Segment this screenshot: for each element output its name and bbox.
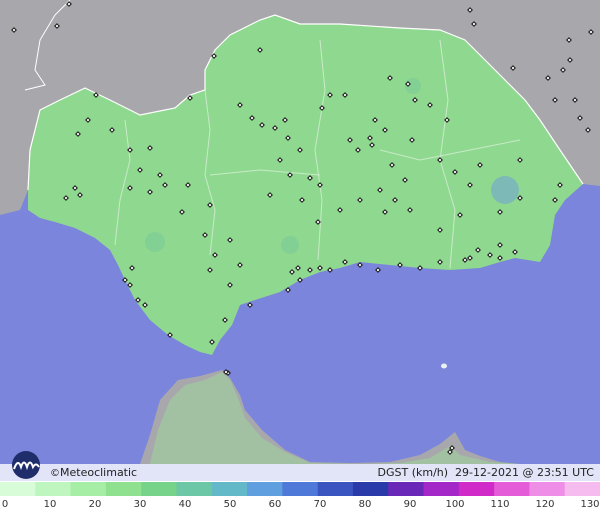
legend-tick-label: 70: [313, 499, 327, 510]
gust-hotspot: [491, 176, 519, 204]
legend-tick-label: 80: [358, 499, 372, 510]
copyright-symbol: ©: [50, 468, 60, 479]
legend-tick-label: 120: [535, 499, 555, 510]
wind-gust-map: [0, 0, 600, 517]
legend-tick-label: 130: [580, 499, 600, 510]
gust-hotspot: [281, 236, 299, 254]
island: [441, 363, 447, 369]
variable-label: DGST (km/h): [377, 466, 449, 479]
legend-ticks: 0 10 20 30 40 50 60 70 80 90 100 110 120 130: [0, 481, 600, 517]
legend-tick-label: 90: [403, 499, 417, 510]
brand-label: ©Meteoclimatic: [50, 466, 137, 479]
meteoclimatic-logo: [12, 451, 40, 479]
color-legend: 0 10 20 30 40 50 60 70 80 90 100 110 120 130: [0, 481, 600, 517]
legend-tick-label: 100: [445, 499, 465, 510]
gust-hotspot: [145, 232, 165, 252]
legend-tick-label: 10: [43, 499, 57, 510]
legend-tick-label: 30: [133, 499, 147, 510]
legend-tick-label: 40: [178, 499, 192, 510]
legend-tick-label: 110: [490, 499, 510, 510]
legend-tick-label: 50: [223, 499, 237, 510]
date-label: 29-12-2021: [455, 466, 519, 479]
legend-tick-label: 20: [88, 499, 102, 510]
time-label: 23:51 UTC: [536, 466, 594, 479]
legend-tick-label: 60: [268, 499, 282, 510]
legend-tick-label: 0: [1, 499, 9, 510]
map-timestamp: DGST (km/h) 29-12-2021 @ 23:51 UTC: [377, 466, 595, 479]
brand-name: Meteoclimatic: [60, 466, 138, 479]
